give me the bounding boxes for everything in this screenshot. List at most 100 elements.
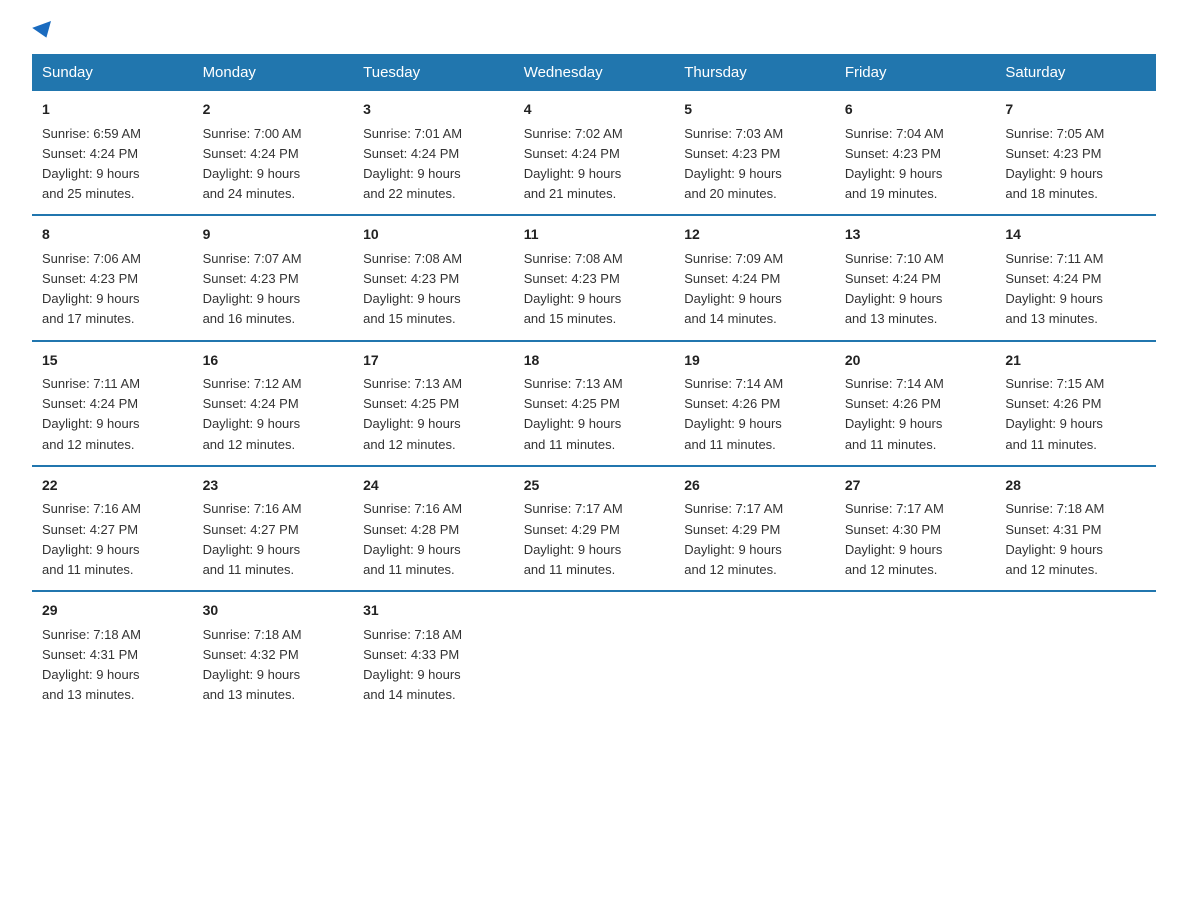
day-number: 28	[1005, 475, 1146, 497]
day-number: 29	[42, 600, 183, 622]
day-number: 22	[42, 475, 183, 497]
day-info: Sunrise: 7:06 AMSunset: 4:23 PMDaylight:…	[42, 251, 141, 326]
calendar-cell: 10 Sunrise: 7:08 AMSunset: 4:23 PMDayligh…	[353, 215, 514, 340]
calendar-cell: 25Sunrise: 7:17 AMSunset: 4:29 PMDayligh…	[514, 466, 675, 591]
calendar-week-row: 15 Sunrise: 7:11 AMSunset: 4:24 PMDayligh…	[32, 341, 1156, 466]
calendar-cell: 23Sunrise: 7:16 AMSunset: 4:27 PMDayligh…	[193, 466, 354, 591]
day-info: Sunrise: 7:16 AMSunset: 4:28 PMDaylight:…	[363, 501, 462, 576]
day-info: Sunrise: 7:18 AMSunset: 4:33 PMDaylight:…	[363, 627, 462, 702]
calendar-cell: 9 Sunrise: 7:07 AMSunset: 4:23 PMDaylight…	[193, 215, 354, 340]
calendar-cell: 3 Sunrise: 7:01 AMSunset: 4:24 PMDaylight…	[353, 91, 514, 215]
day-number: 16	[203, 350, 344, 372]
day-number: 31	[363, 600, 504, 622]
calendar-cell: 28 Sunrise: 7:18 AMSunset: 4:31 PMDayligh…	[995, 466, 1156, 591]
calendar-cell: 8Sunrise: 7:06 AMSunset: 4:23 PMDaylight…	[32, 215, 193, 340]
day-info: Sunrise: 7:00 AMSunset: 4:24 PMDaylight:…	[203, 126, 302, 201]
calendar-week-row: 29 Sunrise: 7:18 AMSunset: 4:31 PMDayligh…	[32, 591, 1156, 715]
day-header-thursday: Thursday	[674, 54, 835, 91]
day-number: 10	[363, 224, 504, 246]
calendar-cell: 24 Sunrise: 7:16 AMSunset: 4:28 PMDayligh…	[353, 466, 514, 591]
calendar-week-row: 8Sunrise: 7:06 AMSunset: 4:23 PMDaylight…	[32, 215, 1156, 340]
calendar-cell: 27Sunrise: 7:17 AMSunset: 4:30 PMDayligh…	[835, 466, 996, 591]
day-header-friday: Friday	[835, 54, 996, 91]
day-info: Sunrise: 7:12 AMSunset: 4:24 PMDaylight:…	[203, 376, 302, 451]
day-number: 26	[684, 475, 825, 497]
day-info: Sunrise: 7:14 AMSunset: 4:26 PMDaylight:…	[845, 376, 944, 451]
calendar-cell: 22 Sunrise: 7:16 AMSunset: 4:27 PMDayligh…	[32, 466, 193, 591]
calendar-cell: 7Sunrise: 7:05 AMSunset: 4:23 PMDaylight…	[995, 91, 1156, 215]
day-number: 24	[363, 475, 504, 497]
day-number: 18	[524, 350, 665, 372]
calendar-cell: 13 Sunrise: 7:10 AMSunset: 4:24 PMDayligh…	[835, 215, 996, 340]
day-info: Sunrise: 7:13 AMSunset: 4:25 PMDaylight:…	[524, 376, 623, 451]
calendar-cell: 2 Sunrise: 7:00 AMSunset: 4:24 PMDaylight…	[193, 91, 354, 215]
day-number: 1	[42, 99, 183, 121]
calendar-cell: 5 Sunrise: 7:03 AMSunset: 4:23 PMDaylight…	[674, 91, 835, 215]
calendar-cell: 18 Sunrise: 7:13 AMSunset: 4:25 PMDayligh…	[514, 341, 675, 466]
day-info: Sunrise: 7:16 AMSunset: 4:27 PMDaylight:…	[203, 501, 302, 576]
day-info: Sunrise: 7:10 AMSunset: 4:24 PMDaylight:…	[845, 251, 944, 326]
calendar-week-row: 22 Sunrise: 7:16 AMSunset: 4:27 PMDayligh…	[32, 466, 1156, 591]
day-info: Sunrise: 7:03 AMSunset: 4:23 PMDaylight:…	[684, 126, 783, 201]
calendar-cell: 15 Sunrise: 7:11 AMSunset: 4:24 PMDayligh…	[32, 341, 193, 466]
calendar-cell: 26 Sunrise: 7:17 AMSunset: 4:29 PMDayligh…	[674, 466, 835, 591]
day-number: 5	[684, 99, 825, 121]
calendar-cell: 19Sunrise: 7:14 AMSunset: 4:26 PMDayligh…	[674, 341, 835, 466]
calendar-cell: 12 Sunrise: 7:09 AMSunset: 4:24 PMDayligh…	[674, 215, 835, 340]
day-number: 15	[42, 350, 183, 372]
calendar-cell: 20 Sunrise: 7:14 AMSunset: 4:26 PMDayligh…	[835, 341, 996, 466]
day-info: Sunrise: 7:01 AMSunset: 4:24 PMDaylight:…	[363, 126, 462, 201]
calendar-cell: 14Sunrise: 7:11 AMSunset: 4:24 PMDayligh…	[995, 215, 1156, 340]
calendar-week-row: 1 Sunrise: 6:59 AMSunset: 4:24 PMDaylight…	[32, 91, 1156, 215]
day-number: 12	[684, 224, 825, 246]
day-number: 30	[203, 600, 344, 622]
day-number: 21	[1005, 350, 1146, 372]
calendar-cell: 17 Sunrise: 7:13 AMSunset: 4:25 PMDayligh…	[353, 341, 514, 466]
day-number: 19	[684, 350, 825, 372]
day-info: Sunrise: 7:18 AMSunset: 4:31 PMDaylight:…	[1005, 501, 1104, 576]
page-header	[32, 24, 1156, 36]
day-number: 4	[524, 99, 665, 121]
day-info: Sunrise: 7:09 AMSunset: 4:24 PMDaylight:…	[684, 251, 783, 326]
day-number: 20	[845, 350, 986, 372]
calendar-cell: 1 Sunrise: 6:59 AMSunset: 4:24 PMDaylight…	[32, 91, 193, 215]
logo	[32, 24, 56, 36]
day-info: Sunrise: 7:02 AMSunset: 4:24 PMDaylight:…	[524, 126, 623, 201]
calendar-header-row: SundayMondayTuesdayWednesdayThursdayFrid…	[32, 54, 1156, 91]
day-number: 6	[845, 99, 986, 121]
day-header-saturday: Saturday	[995, 54, 1156, 91]
day-number: 2	[203, 99, 344, 121]
day-info: Sunrise: 7:18 AMSunset: 4:31 PMDaylight:…	[42, 627, 141, 702]
calendar-cell	[995, 591, 1156, 715]
day-info: Sunrise: 7:08 AMSunset: 4:23 PMDaylight:…	[363, 251, 462, 326]
calendar-cell	[835, 591, 996, 715]
day-number: 17	[363, 350, 504, 372]
calendar-cell: 29 Sunrise: 7:18 AMSunset: 4:31 PMDayligh…	[32, 591, 193, 715]
calendar-cell: 30 Sunrise: 7:18 AMSunset: 4:32 PMDayligh…	[193, 591, 354, 715]
calendar-cell	[674, 591, 835, 715]
day-info: Sunrise: 6:59 AMSunset: 4:24 PMDaylight:…	[42, 126, 141, 201]
calendar-cell: 6Sunrise: 7:04 AMSunset: 4:23 PMDaylight…	[835, 91, 996, 215]
day-number: 3	[363, 99, 504, 121]
day-number: 11	[524, 224, 665, 246]
calendar-cell: 21Sunrise: 7:15 AMSunset: 4:26 PMDayligh…	[995, 341, 1156, 466]
calendar-cell: 16 Sunrise: 7:12 AMSunset: 4:24 PMDayligh…	[193, 341, 354, 466]
calendar-cell	[514, 591, 675, 715]
day-number: 14	[1005, 224, 1146, 246]
day-number: 27	[845, 475, 986, 497]
day-number: 9	[203, 224, 344, 246]
calendar-cell: 4 Sunrise: 7:02 AMSunset: 4:24 PMDaylight…	[514, 91, 675, 215]
day-info: Sunrise: 7:11 AMSunset: 4:24 PMDaylight:…	[42, 376, 140, 451]
day-number: 25	[524, 475, 665, 497]
day-info: Sunrise: 7:18 AMSunset: 4:32 PMDaylight:…	[203, 627, 302, 702]
day-header-tuesday: Tuesday	[353, 54, 514, 91]
day-info: Sunrise: 7:08 AMSunset: 4:23 PMDaylight:…	[524, 251, 623, 326]
day-info: Sunrise: 7:13 AMSunset: 4:25 PMDaylight:…	[363, 376, 462, 451]
day-number: 7	[1005, 99, 1146, 121]
day-info: Sunrise: 7:16 AMSunset: 4:27 PMDaylight:…	[42, 501, 141, 576]
day-header-sunday: Sunday	[32, 54, 193, 91]
day-info: Sunrise: 7:17 AMSunset: 4:29 PMDaylight:…	[684, 501, 783, 576]
day-info: Sunrise: 7:07 AMSunset: 4:23 PMDaylight:…	[203, 251, 302, 326]
day-number: 13	[845, 224, 986, 246]
logo-triangle-icon	[32, 21, 56, 41]
